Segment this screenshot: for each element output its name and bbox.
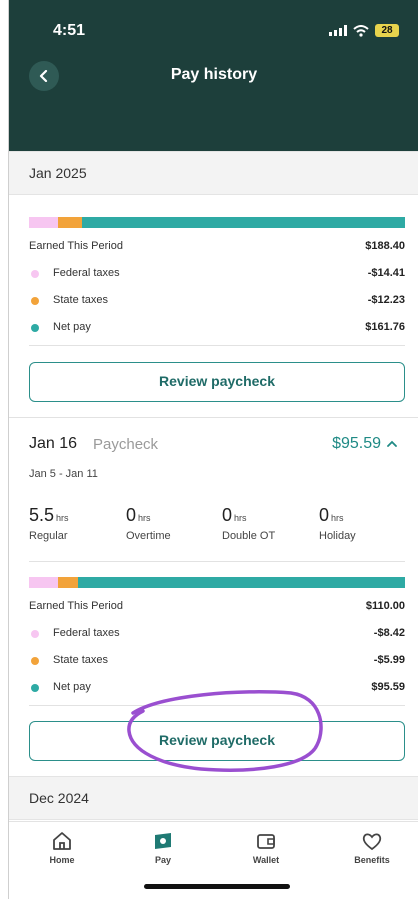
federal-row: Federal taxes -$8.42 <box>29 624 405 644</box>
state-value: -$12.23 <box>367 294 405 306</box>
hours-value: 5.5 <box>29 505 55 525</box>
hours-regular: 5.5 hrs Regular <box>29 505 69 542</box>
chevron-up-icon[interactable] <box>387 440 397 448</box>
hours-summary: 5.5 hrs Regular 0 hrs Overtime 0 hrs Double… <box>29 505 405 549</box>
federal-dot-icon <box>31 630 39 638</box>
wallet-icon <box>257 834 275 849</box>
month-label: Dec 2024 <box>29 790 89 806</box>
month-label: Jan 2025 <box>29 165 87 181</box>
federal-segment <box>29 217 58 228</box>
earned-label: Earned This Period <box>29 600 123 612</box>
pay-period-range: Jan 5 - Jan 11 <box>29 468 98 480</box>
app-header: 4:51 28 Pay history <box>9 0 418 151</box>
federal-value: -$14.41 <box>367 267 405 279</box>
state-dot-icon <box>31 297 39 305</box>
divider <box>29 345 405 346</box>
net-dot-icon <box>31 684 39 692</box>
pay-breakdown-bar <box>29 577 405 588</box>
divider <box>29 561 405 562</box>
review-paycheck-button[interactable]: Review paycheck <box>29 362 405 402</box>
status-time: 4:51 <box>53 22 86 39</box>
nav-label: Wallet <box>252 855 280 865</box>
state-label: State taxes <box>53 294 109 306</box>
pay-icon <box>155 833 171 849</box>
month-header-dec-2024[interactable]: Dec 2024 <box>9 776 418 820</box>
net-row: Net pay $161.76 <box>29 318 405 338</box>
hours-overtime: 0 hrs Overtime <box>126 505 171 542</box>
annotation-circle <box>127 690 323 772</box>
hours-unit: hrs <box>331 513 344 523</box>
page-title: Pay history <box>170 66 258 83</box>
net-label: Net pay <box>53 681 91 693</box>
hours-value: 0 <box>319 505 330 525</box>
paycheck-date[interactable]: Jan 16 <box>29 435 77 453</box>
status-icons: 28 <box>329 24 399 37</box>
net-segment <box>78 577 405 588</box>
battery-icon: 28 <box>375 24 399 37</box>
net-dot-icon <box>31 324 39 332</box>
state-segment <box>57 217 83 228</box>
nav-home[interactable]: Home <box>27 830 97 865</box>
net-label: Net pay <box>53 321 91 333</box>
wifi-icon <box>353 24 369 37</box>
earned-value: $188.40 <box>365 240 405 252</box>
hours-label: Overtime <box>126 530 171 542</box>
home-indicator[interactable] <box>144 884 290 889</box>
paycheck-amount[interactable]: $95.59 <box>332 435 381 453</box>
net-value: $161.76 <box>365 321 405 333</box>
hours-unit: hrs <box>56 513 69 523</box>
nav-wallet[interactable]: Wallet <box>231 830 301 865</box>
hours-label: Holiday <box>319 530 356 542</box>
federal-label: Federal taxes <box>53 627 120 639</box>
nav-benefits[interactable]: Benefits <box>337 830 407 865</box>
divider <box>9 417 418 418</box>
state-row: State taxes -$12.23 <box>29 291 405 311</box>
hours-holiday: 0 hrs Holiday <box>319 505 356 542</box>
hours-double-ot: 0 hrs Double OT <box>222 505 275 542</box>
earned-label: Earned This Period <box>29 240 123 252</box>
net-segment <box>82 217 405 228</box>
hours-unit: hrs <box>234 513 247 523</box>
hours-value: 0 <box>222 505 233 525</box>
federal-segment <box>29 577 58 588</box>
federal-value: -$8.42 <box>373 627 405 639</box>
state-label: State taxes <box>53 654 109 666</box>
federal-label: Federal taxes <box>53 267 120 279</box>
paycheck-type: Paycheck <box>93 436 159 453</box>
signal-icon <box>329 25 347 36</box>
hours-value: 0 <box>126 505 137 525</box>
home-icon <box>53 832 71 850</box>
earned-row: Earned This Period $110.00 <box>29 597 405 617</box>
earned-value: $110.00 <box>365 600 405 612</box>
state-value: -$5.99 <box>373 654 405 666</box>
federal-row: Federal taxes -$14.41 <box>29 264 405 284</box>
pay-breakdown-bar <box>29 217 405 228</box>
nav-label: Home <box>49 855 75 865</box>
federal-dot-icon <box>31 270 39 278</box>
phone-screen: 4:51 28 Pay history Jan 2025 Earned This… <box>8 0 418 899</box>
state-dot-icon <box>31 657 39 665</box>
month-header-jan-2025: Jan 2025 <box>9 151 418 195</box>
bottom-nav: Home Pay Wallet Benefits <box>9 821 418 899</box>
hours-label: Double OT <box>222 530 276 542</box>
hours-unit: hrs <box>138 513 151 523</box>
hours-label: Regular <box>29 530 68 542</box>
nav-label: Pay <box>154 855 171 865</box>
net-value: $95.59 <box>371 681 405 693</box>
state-segment <box>57 577 79 588</box>
heart-icon <box>362 833 382 851</box>
earned-row: Earned This Period $188.40 <box>29 237 405 257</box>
nav-pay[interactable]: Pay <box>128 830 198 865</box>
nav-label: Benefits <box>354 855 390 865</box>
state-row: State taxes -$5.99 <box>29 651 405 671</box>
